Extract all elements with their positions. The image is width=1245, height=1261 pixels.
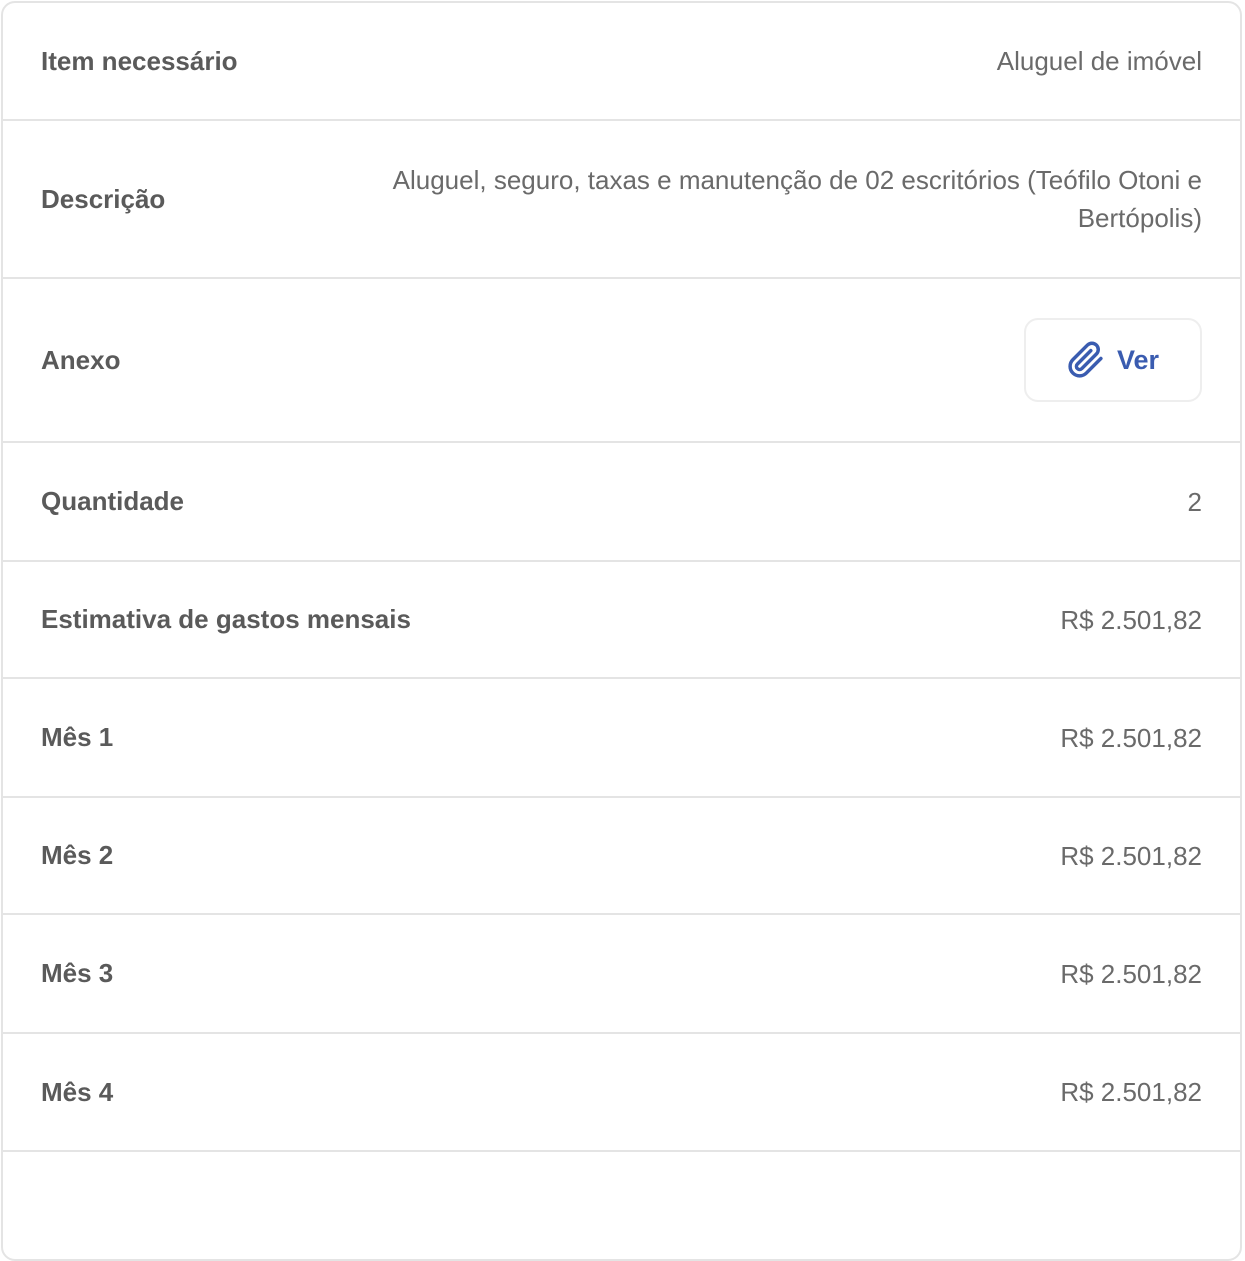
month-4-value: R$ 2.501,82 bbox=[1060, 1077, 1202, 1107]
paperclip-icon bbox=[1067, 341, 1105, 379]
view-button-label: Ver bbox=[1116, 344, 1160, 375]
item-details-card: Item necessário Aluguel de imóvel Descri… bbox=[1, 1, 1242, 1261]
item-label: Item necessário bbox=[41, 45, 238, 76]
monthly-estimate-value: R$ 2.501,82 bbox=[1060, 604, 1202, 635]
month-1-value: R$ 2.501,82 bbox=[1060, 722, 1202, 753]
month-2-value: R$ 2.501,82 bbox=[1060, 840, 1202, 871]
row-item: Item necessário Aluguel de imóvel bbox=[3, 3, 1240, 121]
month-4-label: Mês 4 bbox=[41, 1076, 114, 1107]
row-month-2: Mês 2 R$ 2.501,82 bbox=[3, 798, 1240, 915]
row-description: Descrição Aluguel, seguro, taxas e manut… bbox=[3, 121, 1240, 279]
row-month-4: Mês 4 R$ 2.501,82 bbox=[3, 1034, 1240, 1152]
row-attachment: Anexo Ver bbox=[3, 279, 1240, 443]
quantity-value: 2 bbox=[1187, 486, 1202, 517]
row-month-1: Mês 1 R$ 2.501,82 bbox=[3, 679, 1240, 798]
row-monthly-estimate: Estimativa de gastos mensais R$ 2.501,82 bbox=[3, 562, 1240, 679]
item-value: Aluguel de imóvel bbox=[996, 46, 1202, 76]
month-2-label: Mês 2 bbox=[41, 840, 114, 870]
month-3-label: Mês 3 bbox=[41, 958, 114, 988]
view-attachment-button[interactable]: Ver bbox=[1024, 318, 1202, 402]
description-label: Descrição bbox=[41, 183, 166, 214]
month-3-value: R$ 2.501,82 bbox=[1060, 958, 1202, 989]
description-value: Aluguel, seguro, taxas e manutenção de 0… bbox=[392, 165, 1202, 233]
row-quantity: Quantidade 2 bbox=[3, 443, 1240, 562]
attachment-label: Anexo bbox=[41, 344, 121, 375]
row-month-3: Mês 3 R$ 2.501,82 bbox=[3, 915, 1240, 1034]
monthly-estimate-label: Estimativa de gastos mensais bbox=[41, 604, 411, 634]
quantity-label: Quantidade bbox=[41, 486, 185, 516]
month-1-label: Mês 1 bbox=[41, 722, 114, 752]
